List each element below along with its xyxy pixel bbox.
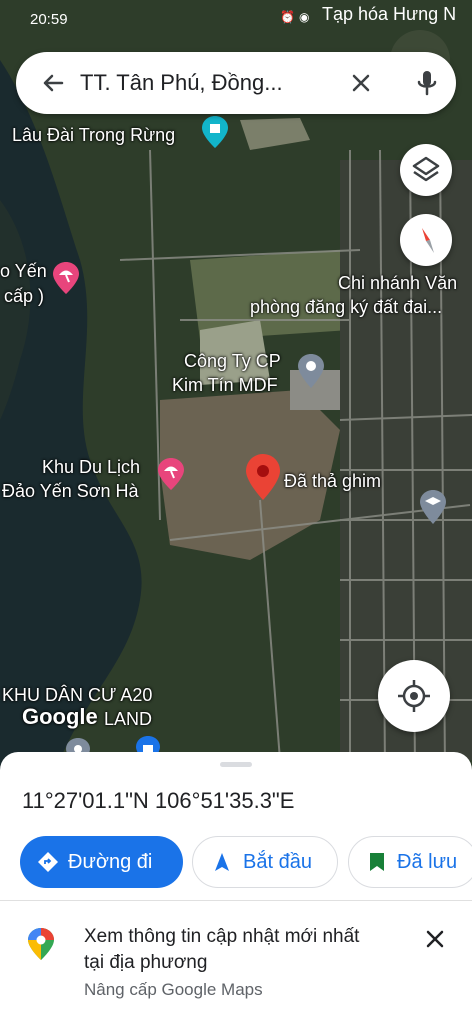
layers-icon bbox=[412, 156, 440, 182]
search-query[interactable]: TT. Tân Phú, Đồng... bbox=[80, 70, 340, 96]
google-logo: Google bbox=[22, 704, 98, 729]
poi-label-yen-2[interactable]: cấp ) bbox=[4, 285, 44, 307]
map-view[interactable]: Lâu Đài Trong Rừng o Yến cấp ) Chi nhánh… bbox=[0, 0, 472, 770]
gps-crosshair-icon bbox=[398, 680, 430, 712]
save-label: Đã lưu bbox=[397, 850, 458, 873]
status-bar: 20:59 ⏰ ◉ Tạp hóa Hưng N bbox=[0, 0, 472, 40]
poi-label-cong-ty-1[interactable]: Công Ty CP bbox=[184, 350, 281, 372]
poi-label-khu-du-lich-1[interactable]: Khu Du Lịch bbox=[42, 456, 140, 478]
school-poi-icon[interactable] bbox=[420, 490, 446, 529]
beach-umbrella-poi-icon[interactable] bbox=[53, 262, 79, 299]
save-button[interactable]: Đã lưu bbox=[348, 836, 472, 888]
location-icon: ◉ bbox=[298, 10, 310, 24]
directions-icon bbox=[38, 852, 58, 872]
place-bottom-sheet[interactable]: 11°27'01.1"N 106°51'35.3"E Đường đi Bắt … bbox=[0, 752, 472, 1024]
start-label: Bắt đầu bbox=[243, 850, 312, 873]
castle-poi-icon[interactable] bbox=[202, 116, 228, 153]
poi-label-lau-dai[interactable]: Lâu Đài Trong Rừng bbox=[12, 124, 175, 146]
back-arrow-icon[interactable] bbox=[38, 68, 68, 98]
directions-button[interactable]: Đường đi bbox=[20, 836, 183, 888]
directions-label: Đường đi bbox=[68, 850, 153, 873]
alarm-icon: ⏰ bbox=[280, 10, 295, 24]
drag-handle[interactable] bbox=[220, 762, 252, 767]
navigation-arrow-icon bbox=[215, 853, 229, 871]
close-icon[interactable] bbox=[420, 924, 450, 954]
status-icons: ⏰ ◉ bbox=[280, 10, 309, 24]
upgrade-link[interactable]: Nâng cấp Google Maps bbox=[84, 980, 263, 1000]
compass-button[interactable] bbox=[400, 214, 452, 266]
google-maps-logo-icon bbox=[28, 928, 54, 960]
poi-label-cong-ty-2[interactable]: Kim Tín MDF bbox=[172, 374, 278, 396]
close-icon[interactable] bbox=[346, 68, 376, 98]
poi-label-khu-du-lich-2[interactable]: Đảo Yến Sơn Hà bbox=[2, 480, 139, 502]
status-notification-text: Tạp hóa Hưng N bbox=[322, 4, 457, 24]
layers-button[interactable] bbox=[400, 144, 452, 196]
poi-label-yen-1[interactable]: o Yến bbox=[0, 260, 47, 282]
poi-label-chi-nhanh-1[interactable]: Chi nhánh Văn bbox=[338, 272, 457, 294]
poi-label-khu-dan-cu-1[interactable]: KHU DÂN CƯ A20 bbox=[2, 684, 152, 706]
microphone-icon[interactable] bbox=[410, 66, 444, 100]
coordinates-text: 11°27'01.1"N 106°51'35.3"E bbox=[22, 788, 295, 813]
place-poi-icon[interactable] bbox=[298, 354, 324, 393]
divider bbox=[0, 900, 472, 901]
dropped-pin-icon[interactable] bbox=[246, 454, 280, 505]
dropped-pin-label: Đã thả ghim bbox=[284, 471, 382, 491]
update-notice-title: Xem thông tin cập nhật mới nhất tại địa … bbox=[84, 926, 360, 973]
start-button[interactable]: Bắt đầu bbox=[192, 836, 338, 888]
beach-umbrella-poi-icon[interactable] bbox=[158, 458, 184, 495]
poi-label-khu-dan-cu-2[interactable]: LAND bbox=[104, 708, 152, 730]
poi-label-chi-nhanh-2[interactable]: phòng đăng ký đất đai... bbox=[250, 296, 442, 318]
my-location-button[interactable] bbox=[378, 660, 450, 732]
status-time: 20:59 bbox=[30, 11, 68, 28]
compass-icon bbox=[422, 228, 434, 253]
search-bar[interactable]: TT. Tân Phú, Đồng... bbox=[16, 52, 456, 114]
bookmark-icon bbox=[370, 853, 384, 871]
